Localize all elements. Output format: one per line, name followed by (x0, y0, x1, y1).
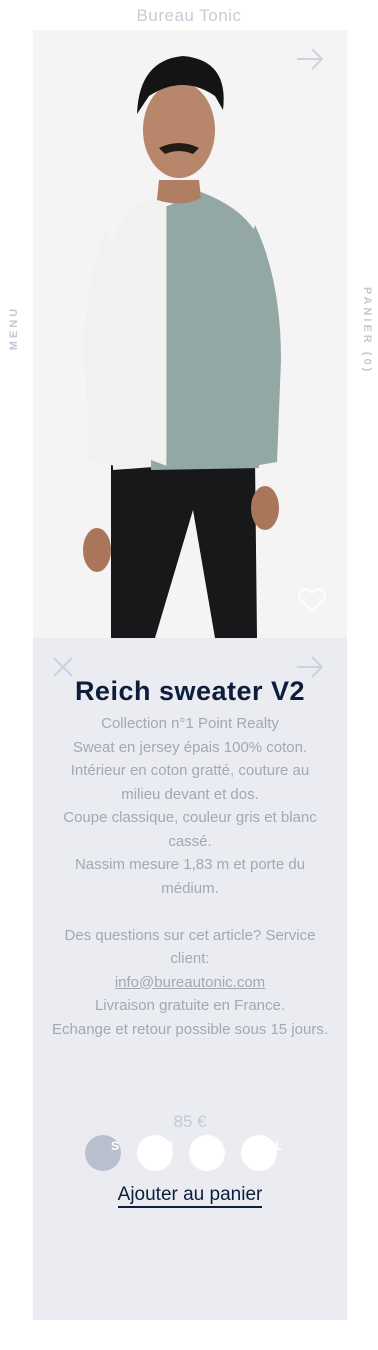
heart-icon[interactable] (297, 586, 327, 619)
next-image-arrow-icon[interactable] (295, 46, 325, 77)
size-label: XL (267, 1139, 283, 1153)
menu-toggle[interactable]: MENU (8, 306, 20, 350)
description-line: Coupe classique, couleur gris et blanc c… (63, 809, 317, 850)
product-title: Reich sweater V2 (74, 676, 306, 706)
returns-info: Echange et retour possible sous 15 jours… (52, 1020, 328, 1038)
product-details-panel: Reich sweater V2 Collection n°1 Point Re… (33, 638, 347, 1320)
description-line: Intérieur en coton gratté, couture au mi… (70, 762, 310, 803)
size-option-l[interactable]: L (189, 1135, 225, 1171)
size-option-m[interactable]: M (137, 1135, 173, 1171)
add-to-cart-button[interactable]: Ajouter au panier (117, 1184, 263, 1208)
description-line: Sweat en jersey épais 100% coton. (72, 738, 308, 756)
size-label: S (111, 1139, 120, 1153)
support-email-link[interactable]: info@bureautonic.com (115, 974, 265, 991)
size-option-xl[interactable]: XL (241, 1135, 282, 1171)
support-question: Des questions sur cet article? Service c… (64, 926, 316, 968)
description-line: Nassim mesure 1,83 m et porte du médium. (74, 856, 306, 897)
size-label: M (163, 1139, 173, 1153)
model-illustration (33, 30, 347, 638)
product-price: 85 € (173, 1112, 207, 1131)
shipping-info: Livraison gratuite en France. (94, 997, 286, 1014)
size-label: L (215, 1139, 223, 1153)
brand-logo[interactable]: Bureau Tonic (0, 6, 378, 26)
product-photo (33, 30, 347, 638)
size-selector: S M L XL (85, 1135, 295, 1175)
cart-toggle[interactable]: PANIER (0) (361, 287, 373, 377)
description-line: Collection n°1 Point Realty (101, 715, 279, 732)
size-option-s[interactable]: S (85, 1135, 121, 1171)
product-description: Collection n°1 Point Realty Sweat en jer… (51, 712, 329, 1041)
